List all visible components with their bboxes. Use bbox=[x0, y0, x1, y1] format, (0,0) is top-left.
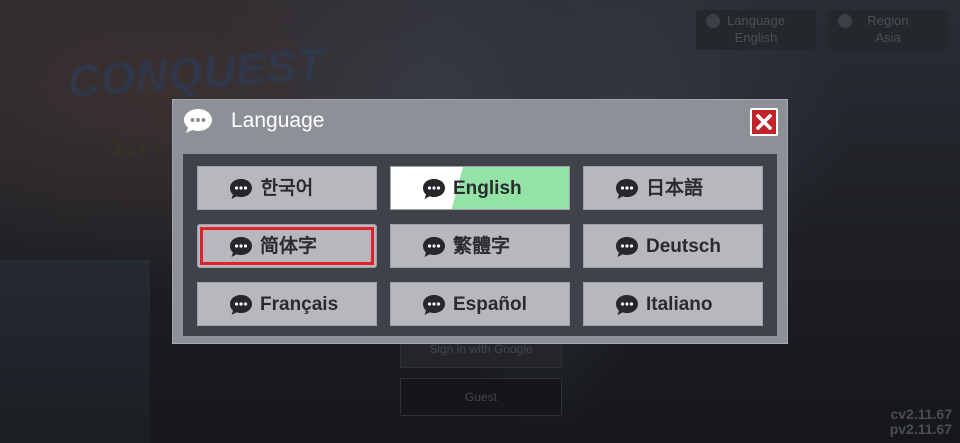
chat-bubble-icon bbox=[184, 109, 212, 133]
language-option-traditional-chinese[interactable]: 繁體字 bbox=[390, 224, 570, 268]
chat-bubble-icon bbox=[616, 179, 638, 199]
language-option-label: Italiano bbox=[646, 294, 713, 315]
globe-icon bbox=[838, 14, 852, 28]
language-option-label: 한국어 bbox=[260, 178, 314, 199]
top-region-button[interactable]: Region Asia bbox=[828, 10, 948, 50]
chat-bubble-icon bbox=[230, 295, 252, 315]
chat-icon bbox=[706, 14, 720, 28]
close-icon bbox=[756, 114, 772, 130]
dialog-header: Language bbox=[173, 100, 787, 144]
language-option-german[interactable]: Deutsch bbox=[583, 224, 763, 268]
language-option-label: Español bbox=[453, 294, 527, 315]
chat-bubble-icon bbox=[230, 179, 252, 199]
language-option-simplified-chinese[interactable]: 简体字 bbox=[197, 224, 377, 268]
language-option-spanish[interactable]: Español bbox=[390, 282, 570, 326]
close-button[interactable] bbox=[750, 108, 778, 136]
language-option-label: 日本語 bbox=[646, 178, 704, 199]
chat-bubble-icon bbox=[616, 237, 638, 257]
chat-bubble-icon bbox=[423, 237, 445, 257]
dialog-title: Language bbox=[231, 109, 325, 132]
patch-version: pv2.11.67 bbox=[889, 421, 952, 437]
background-building bbox=[0, 260, 150, 443]
version-info: cv2.11.67 pv2.11.67 bbox=[890, 407, 952, 437]
language-option-label: Deutsch bbox=[646, 236, 721, 257]
chat-bubble-icon bbox=[423, 179, 445, 199]
chat-bubble-icon bbox=[423, 295, 445, 315]
language-option-label: English bbox=[453, 178, 522, 199]
top-language-value: English bbox=[734, 30, 778, 45]
language-option-italian[interactable]: Italiano bbox=[583, 282, 763, 326]
chat-bubble-icon bbox=[616, 295, 638, 315]
language-option-japanese[interactable]: 日本語 bbox=[583, 166, 763, 210]
language-grid: 한국어 English 日本語简体字 繁體字 Deutsch Français Españo… bbox=[183, 154, 777, 336]
language-option-label: 简体字 bbox=[260, 236, 318, 257]
client-version: cv2.11.67 bbox=[890, 406, 952, 422]
top-language-button[interactable]: Language English bbox=[696, 10, 816, 50]
top-region-value: Asia bbox=[875, 30, 901, 45]
language-option-label: 繁體字 bbox=[453, 236, 511, 257]
language-option-english[interactable]: English bbox=[390, 166, 570, 210]
language-option-label: Français bbox=[260, 294, 339, 315]
language-option-korean[interactable]: 한국어 bbox=[197, 166, 377, 210]
chat-bubble-icon bbox=[230, 237, 252, 257]
guest-button[interactable]: Guest bbox=[400, 378, 562, 416]
language-option-french[interactable]: Français bbox=[197, 282, 377, 326]
language-dialog: Language 한국어 English 日本語简体字 繁體字 Deutsch Franç… bbox=[172, 99, 788, 344]
